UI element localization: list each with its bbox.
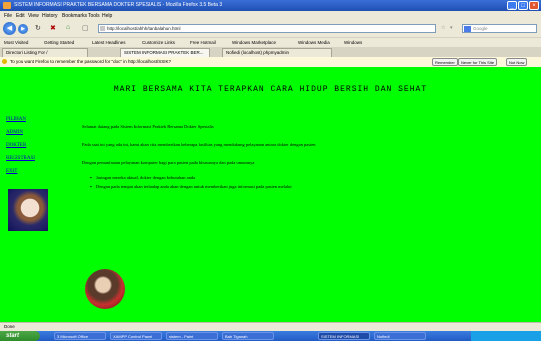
sidebar-link-registrasi[interactable]: REGISTRASI: [6, 156, 35, 161]
reload-icon[interactable]: ↻: [35, 24, 41, 32]
bullet-item-1: Jaringan mereka aktual, dokter dengan ke…: [90, 175, 195, 180]
system-tray: [471, 331, 541, 341]
start-button[interactable]: start: [0, 331, 40, 341]
window-titlebar: SISTEM INFORMASI PRAKTEK BERSAMA DOKTER …: [0, 0, 541, 11]
maximize-button[interactable]: □: [518, 1, 528, 10]
remember-button[interactable]: Remember: [432, 58, 458, 66]
url-bar[interactable]: http://localhost/ahhh/tanbalahun.html: [98, 24, 436, 33]
page-icon: ▢: [82, 25, 89, 32]
window-title: SISTEM INFORMASI PRAKTEK BERSAMA DOKTER …: [14, 2, 223, 8]
sidebar-link-admin[interactable]: ADMIN: [6, 130, 23, 135]
navigation-toolbar: ◀ ▶ ↻ ✖ ⌂ ▢ http://localhost/ahhh/tanbal…: [0, 21, 541, 37]
bookmark-latest-headlines[interactable]: Latest Headlines: [92, 40, 126, 45]
home-icon[interactable]: ⌂: [66, 24, 70, 31]
url-text: http://localhost/ahhh/tanbalahun.html: [107, 26, 181, 31]
back-button[interactable]: ◀: [3, 22, 16, 35]
tab-sistem-informasi[interactable]: SISTEM INFORMASI PRAKTEK BER...: [120, 48, 210, 57]
menu-view[interactable]: View: [28, 13, 39, 19]
status-text: Done: [4, 324, 15, 329]
never-for-this-site-button[interactable]: Never for This Site: [458, 58, 498, 66]
task-office[interactable]: 3 Microsoft Office: [54, 332, 106, 340]
stop-icon[interactable]: ✖: [50, 24, 56, 32]
bullet-item-2: Dengan pada tempat akan terhadap anda ak…: [90, 184, 292, 189]
page-content: MARI BERSAMA KITA TERAPKAN CARA HIDUP BE…: [0, 67, 541, 322]
task-xampp[interactable]: XAMPP Control Panel: [110, 332, 162, 340]
menu-bar: File Edit View History Bookmarks Tools H…: [0, 11, 541, 21]
not-now-button[interactable]: Not Now: [506, 58, 528, 66]
intro-paragraph-2: Pada saat ini yang ada ini, kami akan ci…: [82, 142, 316, 147]
sidebar-link-dokter[interactable]: DOKTER: [6, 143, 26, 148]
minimize-button[interactable]: _: [507, 1, 517, 10]
star-icon[interactable]: ☆: [441, 25, 445, 31]
search-input[interactable]: Google: [462, 24, 537, 33]
tab-directory-listing[interactable]: Directori Listing For /: [2, 48, 88, 57]
taskbar: start 3 Microsoft Office XAMPP Control P…: [0, 331, 541, 341]
key-icon: [2, 59, 7, 64]
menu-history[interactable]: History: [42, 13, 58, 19]
bookmark-windows-media[interactable]: Windows Media: [298, 40, 330, 45]
task-paint[interactable]: sistem - Paint: [166, 332, 218, 340]
notification-text: To you want Firefox to remember the pass…: [10, 59, 172, 64]
close-button[interactable]: ×: [529, 1, 539, 10]
menu-edit[interactable]: Edit: [16, 13, 25, 19]
bookmark-free-hotmail[interactable]: Free Hotmail: [190, 40, 216, 45]
doctor-photo: [8, 189, 48, 231]
menu-help[interactable]: Help: [102, 13, 112, 19]
task-nofiedi[interactable]: Nofiedi: [374, 332, 426, 340]
bookmark-windows[interactable]: Windows: [344, 40, 362, 45]
google-icon: [464, 26, 471, 32]
tab-phpmyadmin[interactable]: Nofiedi (localhost) phpmyadmin: [222, 48, 332, 57]
bookmark-most-visited[interactable]: Most Visited: [4, 40, 28, 45]
menu-bookmarks[interactable]: Bookmarks: [62, 13, 87, 19]
menu-tools[interactable]: Tools: [88, 13, 100, 19]
tab-bar: Directori Listing For / SISTEM INFORMASI…: [0, 47, 541, 57]
task-document[interactable]: Bab Tiganah: [222, 332, 274, 340]
sidebar-link-exit[interactable]: EXIT: [6, 169, 17, 174]
menu-file[interactable]: File: [4, 13, 12, 19]
firefox-icon: [3, 2, 11, 9]
bookmark-windows-marketplace[interactable]: Windows Marketplace: [232, 40, 276, 45]
page-heading: MARI BERSAMA KITA TERAPKAN CARA HIDUP BE…: [113, 85, 428, 94]
task-firefox[interactable]: SISTEM INFORMASI: [318, 332, 370, 340]
intro-paragraph-1: Selamat datang pada Sistem Informasi Pra…: [82, 124, 214, 129]
dropdown-icon[interactable]: ▾: [450, 25, 453, 31]
forward-button[interactable]: ▶: [18, 24, 28, 34]
intro-paragraph-3: Dengan pemanfaatan pelayanan komputer ba…: [82, 160, 255, 165]
patient-photo: [85, 269, 125, 309]
search-placeholder: Google: [473, 26, 488, 31]
bookmark-getting-started[interactable]: Getting Started: [44, 40, 74, 45]
site-icon: [100, 26, 105, 31]
sidebar-link-pilihan[interactable]: PILIHAN: [6, 117, 26, 122]
bookmark-customize-links[interactable]: Customize Links: [142, 40, 175, 45]
